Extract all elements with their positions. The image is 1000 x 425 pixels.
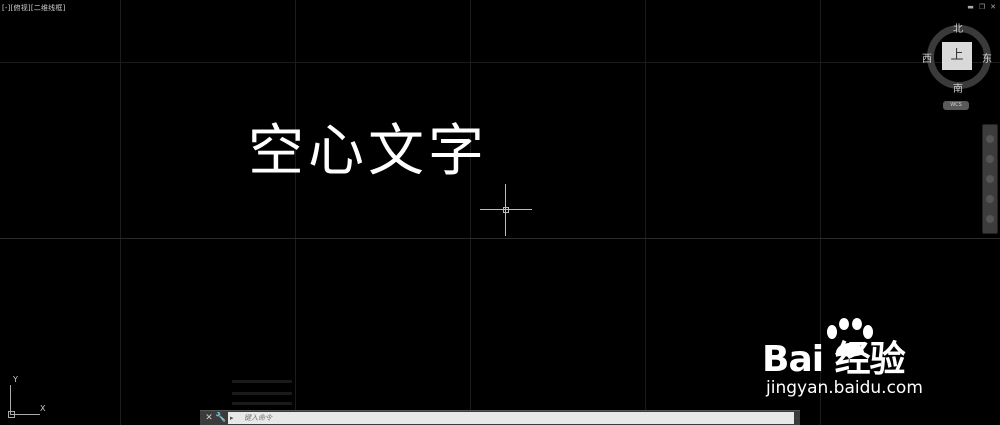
ucs-x-label: X: [40, 404, 46, 413]
command-history-arrow-icon[interactable]: ▴: [795, 412, 798, 424]
viewport-window-controls: ▬ ❐ ✕: [967, 3, 996, 11]
navigation-bar: [982, 124, 998, 234]
ucs-icon: Y X: [6, 375, 50, 420]
grid-line: [295, 0, 296, 425]
command-line-bar: ✕ 🔧 ▸ ▴: [200, 410, 800, 425]
wcs-menu-button[interactable]: WCS: [943, 101, 969, 110]
minimize-icon[interactable]: ▬: [967, 3, 974, 11]
grid-line: [120, 0, 121, 425]
pan-icon[interactable]: [986, 155, 994, 163]
grid-line: [645, 0, 646, 425]
ucs-origin-square: [8, 411, 15, 418]
viewport-controls-label[interactable]: [-][俯视][二维线框]: [2, 3, 66, 13]
viewcube-face-top[interactable]: 上: [942, 42, 972, 70]
viewcube[interactable]: 上 北 南 东 西: [922, 20, 994, 95]
compass-north[interactable]: 北: [953, 20, 963, 35]
zoom-icon[interactable]: [986, 175, 994, 183]
command-input[interactable]: [228, 412, 794, 424]
ucs-y-label: Y: [13, 375, 18, 384]
drawing-text-entity[interactable]: 空心文字: [248, 106, 488, 187]
orbit-icon[interactable]: [986, 195, 994, 203]
close-icon[interactable]: ✕: [203, 412, 215, 424]
command-history-line: [232, 402, 292, 405]
grid-line: [470, 0, 471, 425]
command-history-line: [232, 380, 292, 383]
recent-commands-icon[interactable]: ▸: [230, 412, 234, 424]
watermark-url: jingyan.baidu.com: [766, 378, 923, 398]
baidu-jingyan-watermark: Bai 经验 jingyan.baidu.com: [762, 318, 952, 405]
pickbox: [503, 207, 509, 213]
grid-line: [0, 62, 1000, 63]
drawing-canvas[interactable]: [-][俯视][二维线框] ▬ ❐ ✕ 空心文字 上 北 南 东 西 WCS Y…: [0, 0, 1000, 425]
close-icon[interactable]: ✕: [990, 3, 996, 11]
baidu-jingyan-logo: Bai 经验: [762, 339, 906, 380]
restore-icon[interactable]: ❐: [979, 3, 985, 11]
command-history-line: [232, 392, 292, 395]
compass-south[interactable]: 南: [953, 80, 963, 95]
compass-east[interactable]: 东: [982, 50, 992, 65]
crosshair-cursor: [480, 184, 532, 236]
showmotion-icon[interactable]: [986, 215, 994, 223]
grid-line: [0, 238, 1000, 239]
full-navigation-wheel-icon[interactable]: [986, 135, 994, 143]
wrench-icon[interactable]: 🔧: [215, 412, 227, 424]
compass-west[interactable]: 西: [922, 50, 932, 65]
